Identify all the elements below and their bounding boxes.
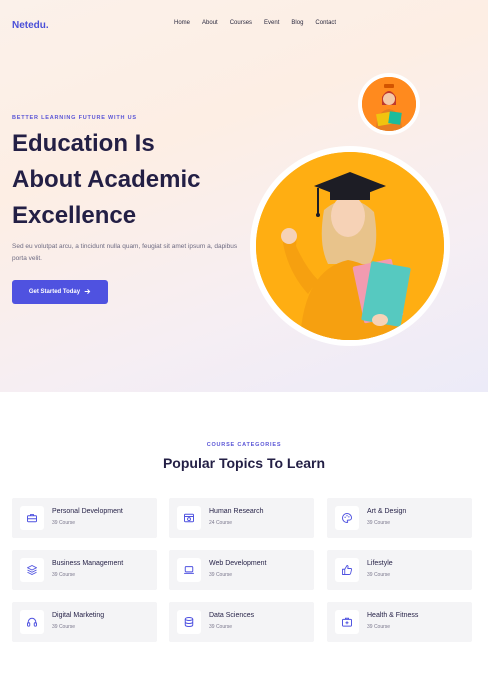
research-icon (177, 506, 201, 530)
nav-about[interactable]: About (202, 20, 218, 26)
get-started-button[interactable]: Get Started Today (12, 280, 108, 304)
category-count: 39 Course (52, 520, 76, 526)
category-name: Data Sciences (209, 612, 255, 619)
category-card[interactable]: Art & Design 39 Course (327, 498, 472, 538)
category-card[interactable]: Personal Development 39 Course (12, 498, 157, 538)
categories-title: Popular Topics To Learn (162, 455, 326, 471)
medical-kit-icon (335, 610, 359, 634)
category-card[interactable]: Health & Fitness 39 Course (327, 602, 472, 642)
nav-blog[interactable]: Blog (291, 20, 303, 26)
student-photo-small (358, 73, 420, 135)
get-started-label: Get Started Today (28, 289, 81, 295)
category-count: 39 Course (209, 572, 233, 578)
category-card[interactable]: Lifestyle 39 Course (327, 550, 472, 590)
hero-title-line-2: About Academic (12, 166, 201, 193)
category-name: Art & Design (367, 508, 407, 515)
category-card[interactable]: Human Research 24 Course (169, 498, 314, 538)
briefcase-icon (20, 506, 44, 530)
category-count: 39 Course (367, 572, 391, 578)
main-nav: Home About Courses Event Blog Contact (174, 20, 336, 26)
category-count: 24 Course (209, 520, 233, 526)
palette-icon (335, 506, 359, 530)
arrow-right-icon (84, 288, 91, 297)
categories-eyebrow: COURSE CATEGORIES (206, 442, 282, 448)
database-icon (177, 610, 201, 634)
category-count: 39 Course (367, 624, 391, 630)
hero-eyebrow: BETTER LEARNING FUTURE WITH US (12, 115, 137, 121)
category-count: 39 Course (52, 572, 76, 578)
category-name: Web Development (209, 560, 267, 567)
category-card[interactable]: Digital Marketing 39 Course (12, 602, 157, 642)
hero-title-line-1: Education Is (12, 130, 155, 157)
category-name: Digital Marketing (52, 612, 105, 619)
nav-home[interactable]: Home (174, 20, 190, 26)
category-name: Lifestyle (367, 560, 393, 567)
site-header: Netedu. Home About Courses Event Blog Co… (0, 0, 488, 50)
category-count: 39 Course (52, 624, 76, 630)
nav-contact[interactable]: Contact (315, 20, 336, 26)
category-name: Personal Development (52, 508, 123, 515)
category-card[interactable]: Business Management 39 Course (12, 550, 157, 590)
logo[interactable]: Netedu. (12, 20, 49, 31)
category-name: Business Management (52, 560, 124, 567)
hero-title-line-3: Excellence (12, 202, 137, 229)
layers-icon (20, 558, 44, 582)
category-name: Health & Fitness (367, 612, 419, 619)
headphones-icon (20, 610, 44, 634)
nav-courses[interactable]: Courses (230, 20, 252, 26)
category-name: Human Research (209, 508, 264, 515)
category-count: 39 Course (209, 624, 233, 630)
category-card[interactable]: Data Sciences 39 Course (169, 602, 314, 642)
hero-description: Sed eu volutpat arcu, a tincidunt nulla … (12, 243, 238, 262)
student-photo-large (250, 146, 450, 346)
nav-event[interactable]: Event (264, 20, 279, 26)
hero-title: Education Is About Academic Excellence (12, 126, 252, 234)
laptop-icon (177, 558, 201, 582)
thumbs-up-icon (335, 558, 359, 582)
category-card[interactable]: Web Development 39 Course (169, 550, 314, 590)
category-count: 39 Course (367, 520, 391, 526)
